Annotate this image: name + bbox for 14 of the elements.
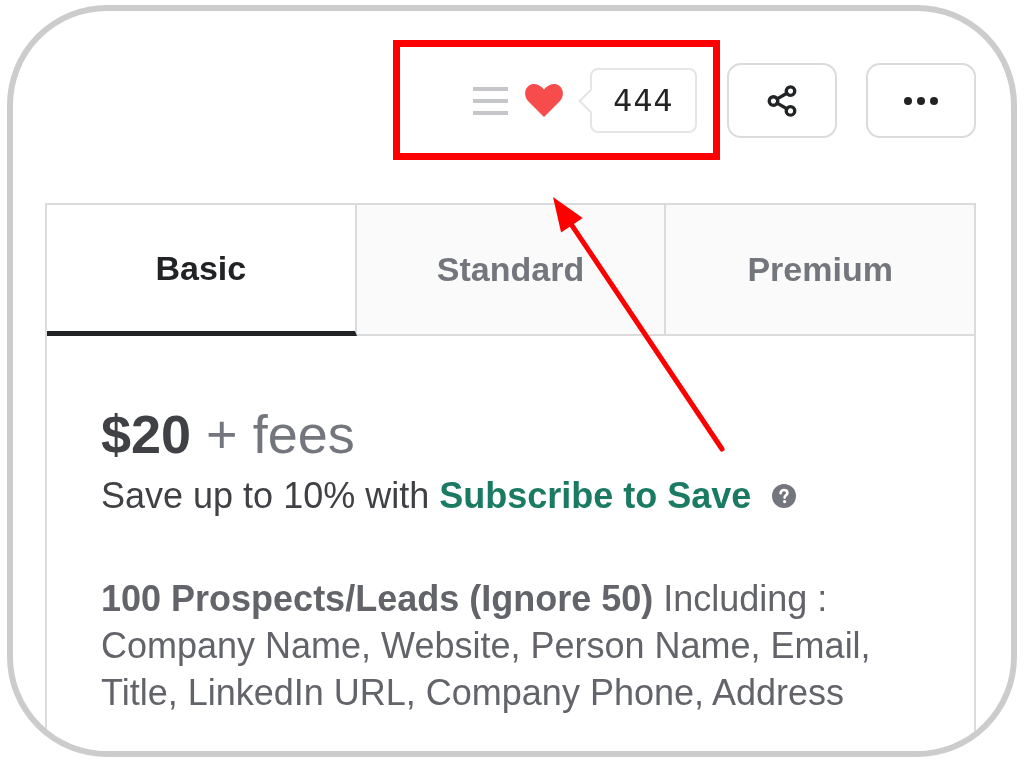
savings-note: Save up to 10% with Subscribe to Save <box>101 474 752 518</box>
subscribe-link[interactable]: Subscribe to Save <box>439 475 752 516</box>
more-icon <box>904 96 938 105</box>
package-price: $20 + fees <box>101 403 356 466</box>
more-button[interactable] <box>866 63 976 138</box>
plan-tab[interactable]: Standard <box>356 205 667 336</box>
plan-tab[interactable]: Basic <box>47 205 357 336</box>
like-count: 444 <box>577 68 697 133</box>
share-button[interactable] <box>727 63 837 138</box>
help-icon[interactable] <box>772 484 797 508</box>
heart-icon[interactable] <box>525 84 563 117</box>
package-description: 100 Prospects/Leads (Ignore 50) Including : Company Name, Website, Person Name, Email, Title, LinkedIn URL, Company Phone, Address <box>101 577 872 715</box>
share-icon <box>765 83 799 118</box>
plan-tab[interactable]: Premium <box>666 205 974 336</box>
